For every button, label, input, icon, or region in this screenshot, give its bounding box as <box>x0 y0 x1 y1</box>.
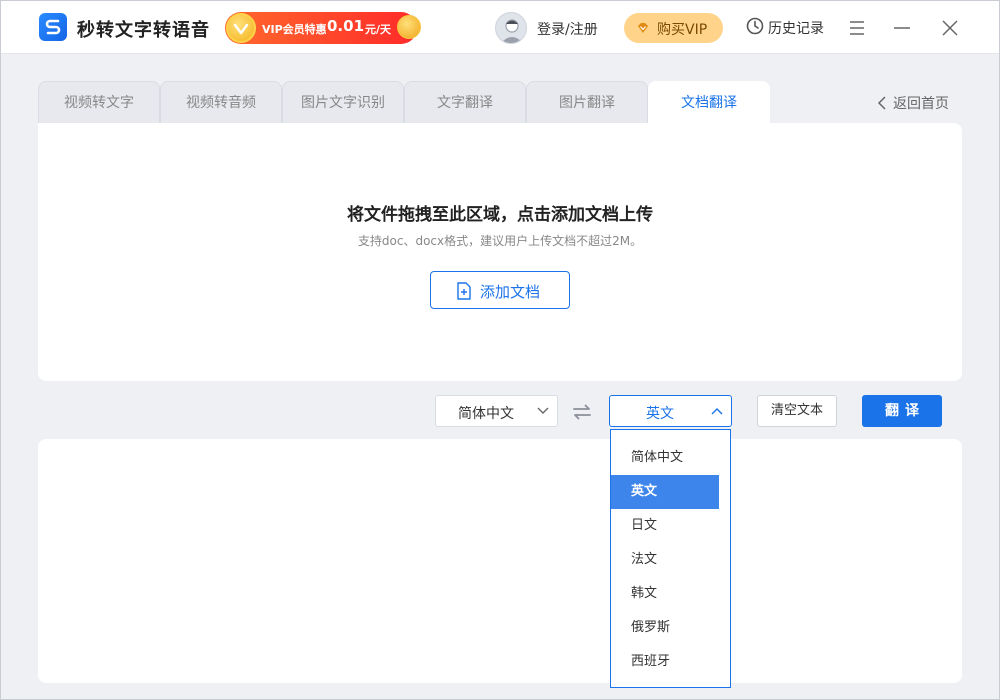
buy-vip-label: 购买VIP <box>657 22 708 38</box>
swap-languages-icon[interactable] <box>570 400 594 424</box>
add-file-icon <box>457 282 471 300</box>
language-option-zh-cn[interactable]: 简体中文 <box>611 441 719 475</box>
source-language-value: 简体中文 <box>458 406 514 422</box>
clock-icon <box>746 17 764 35</box>
language-option-en[interactable]: 英文 <box>611 475 719 509</box>
history-button[interactable]: 历史记录 <box>746 17 824 39</box>
vip-promo-banner[interactable]: VIP会员特惠 0.01 元/天 <box>225 12 421 44</box>
app-window: 秒转文字转语音 VIP会员特惠 0.01 元/天 登录/注册 购买VIP 历史记… <box>0 0 1000 700</box>
language-option-ru[interactable]: 俄罗斯 <box>611 611 719 645</box>
clear-text-button[interactable]: 清空文本 <box>757 395 837 427</box>
add-document-button[interactable]: 添加文档 <box>430 271 570 309</box>
s-logo-icon <box>45 19 61 35</box>
promo-price: 0.01 <box>327 17 365 35</box>
result-panel <box>38 439 962 683</box>
coin-icon <box>397 15 421 39</box>
language-option-ko[interactable]: 韩文 <box>611 577 719 611</box>
tab-document-translate[interactable]: 文档翻译 <box>648 81 770 124</box>
target-language-value: 英文 <box>646 406 674 422</box>
buy-vip-button[interactable]: 购买VIP <box>624 13 723 43</box>
target-language-select[interactable]: 英文 <box>609 395 732 427</box>
source-language-select[interactable]: 简体中文 <box>435 395 558 427</box>
diamond-icon <box>638 23 648 33</box>
add-document-label: 添加文档 <box>480 283 541 301</box>
upload-hint: 支持doc、docx格式，建议用户上传文档不超过2M。 <box>357 234 643 248</box>
close-icon[interactable] <box>939 17 961 39</box>
tab-image-ocr[interactable]: 图片文字识别 <box>282 81 404 123</box>
tab-text-translate[interactable]: 文字翻译 <box>404 81 526 123</box>
title-bar: 秒转文字转语音 VIP会员特惠 0.01 元/天 登录/注册 购买VIP 历史记… <box>1 1 999 54</box>
language-option-fr[interactable]: 法文 <box>611 543 719 577</box>
language-option-es[interactable]: 西班牙 <box>611 645 719 679</box>
vip-badge-icon <box>226 13 256 43</box>
chevron-up-icon <box>711 408 723 415</box>
back-home-label: 返回首页 <box>893 96 949 112</box>
promo-unit: 元/天 <box>365 23 392 36</box>
upload-dropzone[interactable]: 将文件拖拽至此区域，点击添加文档上传 支持doc、docx格式，建议用户上传文档… <box>38 123 962 381</box>
avatar[interactable] <box>495 12 527 44</box>
promo-label: VIP会员特惠 <box>262 23 327 36</box>
tab-video-to-text[interactable]: 视频转文字 <box>38 81 160 123</box>
history-label: 历史记录 <box>768 21 824 37</box>
app-title: 秒转文字转语音 <box>77 20 210 41</box>
tab-video-to-audio[interactable]: 视频转音频 <box>160 81 282 123</box>
chevron-left-icon <box>877 96 886 110</box>
language-option-ja[interactable]: 日文 <box>611 509 719 543</box>
tab-image-translate[interactable]: 图片翻译 <box>526 81 648 123</box>
menu-icon[interactable] <box>846 17 868 39</box>
user-icon <box>501 19 523 43</box>
upload-title: 将文件拖拽至此区域，点击添加文档上传 <box>347 205 653 225</box>
target-language-dropdown: 简体中文 英文 日文 法文 韩文 俄罗斯 西班牙 <box>610 429 731 688</box>
app-logo <box>39 13 67 41</box>
translate-button[interactable]: 翻译 <box>862 395 942 427</box>
minimize-icon[interactable] <box>891 17 913 39</box>
login-register-link[interactable]: 登录/注册 <box>537 19 598 39</box>
chevron-down-icon <box>537 407 549 414</box>
